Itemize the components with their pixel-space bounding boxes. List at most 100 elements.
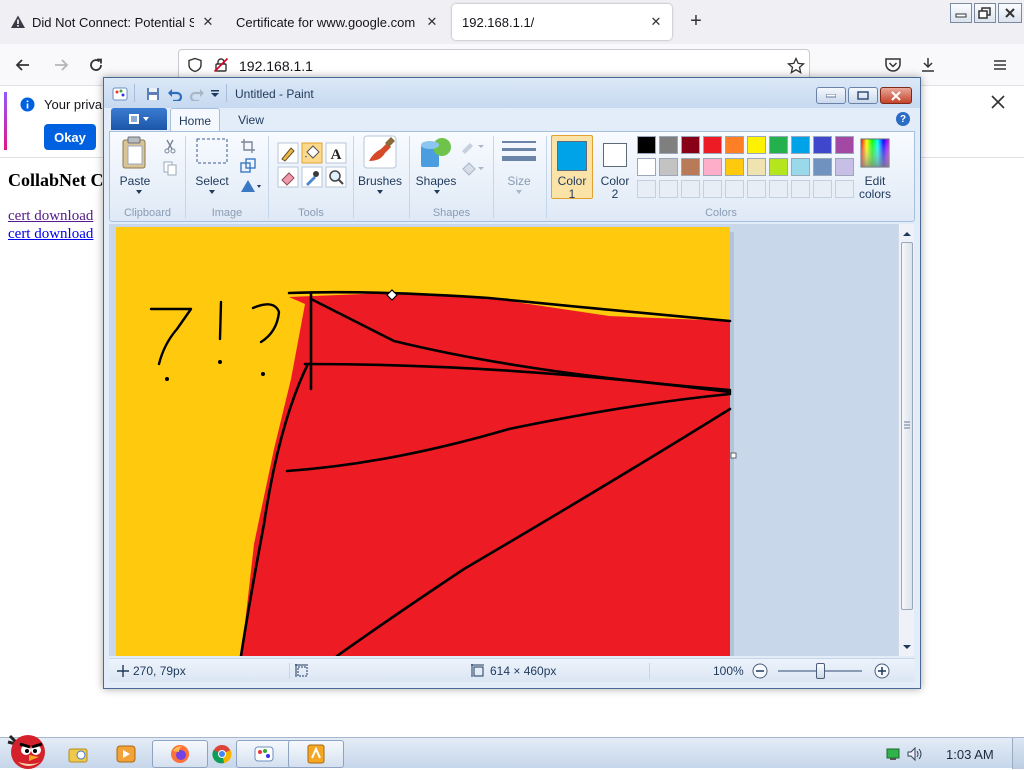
okay-button[interactable]: Okay [44,124,96,150]
palette-swatch[interactable] [791,136,810,154]
network-tray-icon[interactable] [886,747,900,761]
copy-icon[interactable] [162,160,178,176]
select-dropdown-icon[interactable] [209,190,215,194]
palette-swatch[interactable] [769,136,788,154]
zoom-slider-thumb[interactable] [816,663,825,679]
palette-swatch[interactable] [725,136,744,154]
taskbar-clock[interactable]: 1:03 AM [946,747,994,762]
taskbar-media-player[interactable] [104,740,148,768]
new-tab-button[interactable]: + [684,10,708,34]
color-1-swatch[interactable] [557,141,587,171]
paste-button-label[interactable]: Paste [119,175,151,188]
palette-swatch[interactable] [703,136,722,154]
magnifier-icon[interactable] [325,166,347,188]
text-tool-icon[interactable]: A [325,142,347,164]
rotate-icon[interactable] [240,178,262,194]
fill-bucket-icon[interactable] [301,142,323,164]
pocket-button[interactable] [880,53,906,77]
volume-tray-icon[interactable] [906,746,924,762]
cut-icon[interactable] [162,138,178,154]
palette-swatch[interactable] [637,158,656,176]
palette-swatch[interactable] [659,180,678,198]
forward-button[interactable] [48,53,74,77]
color-2-swatch[interactable] [603,143,627,167]
scroll-down-icon[interactable] [899,640,915,654]
palette-swatch[interactable] [681,158,700,176]
palette-swatch[interactable] [725,180,744,198]
downloads-button[interactable] [915,53,941,77]
palette-swatch[interactable] [835,136,854,154]
taskbar-explorer[interactable] [56,740,100,768]
undo-icon[interactable] [167,87,183,101]
tab-home[interactable]: Home [170,108,220,132]
zoom-out-button[interactable] [752,663,768,679]
restore-button[interactable] [974,3,996,23]
palette-swatch[interactable] [681,136,700,154]
palette-swatch[interactable] [725,158,744,176]
palette-swatch[interactable] [747,136,766,154]
brushes-dropdown-icon[interactable] [377,190,383,194]
show-desktop-button[interactable] [1012,738,1024,769]
palette-swatch[interactable] [681,180,700,198]
tab-close-icon[interactable]: ✕ [648,14,664,30]
brushes-icon[interactable] [363,135,397,169]
paste-dropdown-icon[interactable] [136,190,142,194]
palette-swatch[interactable] [747,180,766,198]
palette-swatch[interactable] [813,158,832,176]
color-2-label[interactable]: Color 2 [594,175,636,201]
help-button[interactable]: ? [896,112,910,126]
save-icon[interactable] [146,87,160,101]
brushes-button-label[interactable]: Brushes [356,175,404,188]
palette-swatch[interactable] [791,158,810,176]
start-button[interactable] [2,728,52,770]
paint-file-menu-button[interactable] [111,108,167,130]
paint-canvas[interactable] [109,224,898,656]
zoom-in-button[interactable] [874,663,890,679]
notice-close-button[interactable] [990,94,1006,110]
cert-download-link-2[interactable]: cert download [8,226,93,243]
tab-router-page[interactable]: 192.168.1.1/ ✕ [452,4,672,40]
canvas-vertical-scrollbar[interactable] [898,224,914,656]
palette-swatch[interactable] [791,180,810,198]
close-window-button[interactable] [998,3,1022,23]
palette-swatch[interactable] [769,180,788,198]
shapes-icon[interactable] [418,135,452,169]
tab-close-icon[interactable]: ✕ [424,14,440,30]
paint-maximize-button[interactable] [848,87,878,104]
cert-download-link-1[interactable]: cert download [8,208,93,225]
select-button-label[interactable]: Select [192,175,232,188]
shield-icon[interactable] [187,57,203,73]
resize-icon[interactable] [240,158,256,174]
palette-swatch[interactable] [813,136,832,154]
shapes-button-label[interactable]: Shapes [412,175,460,188]
canvas-workspace[interactable] [109,224,898,656]
taskbar-paint[interactable] [236,740,292,768]
palette-swatch[interactable] [703,158,722,176]
menu-button[interactable] [987,53,1013,77]
customize-toolbar-icon[interactable] [210,90,220,98]
back-button[interactable] [10,53,36,77]
crop-icon[interactable] [240,138,256,154]
palette-swatch[interactable] [769,158,788,176]
paint-app-icon[interactable] [112,86,128,102]
palette-swatch[interactable] [813,180,832,198]
palette-swatch[interactable] [659,136,678,154]
select-icon[interactable] [196,138,228,164]
scrollbar-thumb[interactable] [901,242,913,610]
tab-certificate[interactable]: Certificate for www.google.com ✕ [226,4,448,40]
paint-minimize-button[interactable] [816,87,846,104]
bookmark-star-icon[interactable] [787,57,805,75]
reload-button[interactable] [83,53,109,77]
paste-icon[interactable] [120,136,150,170]
tab-view[interactable]: View [226,108,276,132]
minimize-button[interactable] [950,3,972,23]
insecure-lock-icon[interactable] [213,57,229,73]
tab-close-icon[interactable]: ✕ [200,14,216,30]
palette-swatch[interactable] [637,136,656,154]
palette-swatch[interactable] [659,158,678,176]
palette-swatch[interactable] [703,180,722,198]
pencil-icon[interactable] [277,142,299,164]
palette-swatch[interactable] [747,158,766,176]
palette-swatch[interactable] [835,158,854,176]
shapes-dropdown-icon[interactable] [434,190,440,194]
